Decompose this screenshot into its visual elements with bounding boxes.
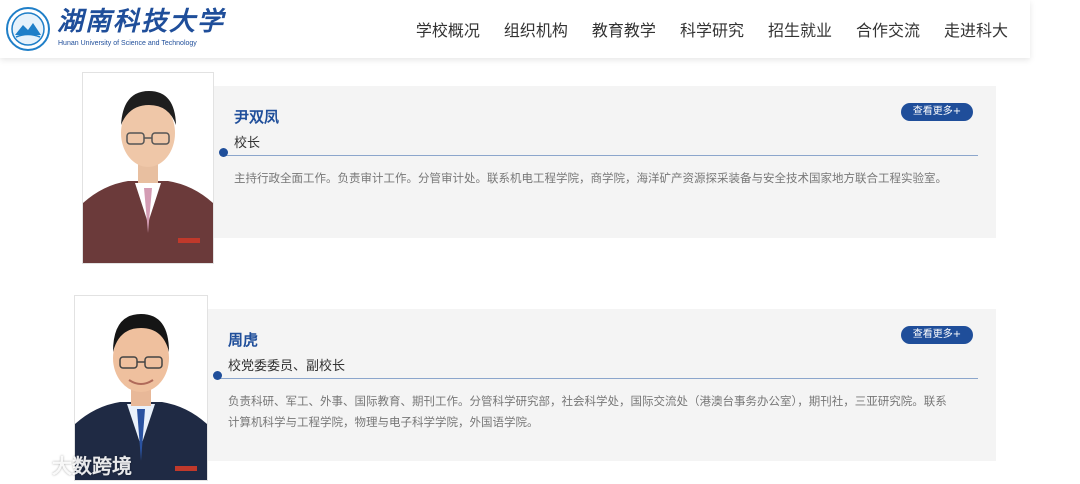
leader-description: 主持行政全面工作。负责审计工作。分管审计处。联系机电工程学院，商学院，海洋矿产资…: [234, 171, 947, 185]
university-emblem-icon[interactable]: [6, 7, 50, 51]
leader-card: [212, 86, 996, 238]
leader-name: 尹双凤: [234, 108, 280, 126]
divider-dot: [219, 148, 228, 157]
nav-item-school-overview[interactable]: 学校概况: [404, 17, 492, 41]
leader-description-continued: 计算机科学与工程学院，物理与电子科学学院，外国语学院。: [228, 415, 539, 429]
watermark: 大数跨境: [8, 447, 132, 481]
divider-line: [218, 378, 978, 379]
leader-title: 校党委委员、副校长: [228, 359, 346, 374]
portrait-image: [83, 73, 213, 263]
nav-item-admissions[interactable]: 招生就业: [756, 17, 844, 41]
site-header: 湖南科技大学 Hunan University of Science and T…: [0, 0, 1030, 58]
leader-photo: [82, 72, 214, 264]
watermark-text: 大数跨境: [52, 453, 132, 478]
watermark-logo-icon: [8, 453, 46, 475]
divider-line: [224, 155, 978, 156]
divider-dot: [213, 371, 222, 380]
leader-card: [206, 309, 996, 461]
view-more-button[interactable]: 查看更多+: [901, 103, 973, 121]
nav-item-organization[interactable]: 组织机构: [492, 17, 580, 41]
nav-item-education[interactable]: 教育教学: [580, 17, 668, 41]
nav-item-cooperation[interactable]: 合作交流: [844, 17, 932, 41]
university-english-name: Hunan University of Science and Technolo…: [58, 40, 197, 47]
leader-title: 校长: [234, 136, 261, 151]
nav-item-about[interactable]: 走进科大: [932, 17, 1020, 41]
university-name[interactable]: 湖南科技大学: [57, 7, 225, 37]
leader-name: 周虎: [228, 331, 259, 349]
main-nav: 学校概况 组织机构 教育教学 科学研究 招生就业 合作交流 走进科大: [404, 0, 1020, 58]
view-more-button[interactable]: 查看更多+: [901, 326, 973, 344]
leader-description: 负责科研、军工、外事、国际教育、期刊工作。分管科学研究部，社会科学处，国际交流处…: [228, 394, 947, 408]
nav-item-research[interactable]: 科学研究: [668, 17, 756, 41]
